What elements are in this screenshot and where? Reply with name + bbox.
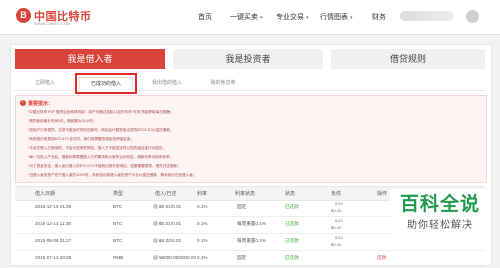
cell-date: 2015-12-19 21:36 [35,204,72,209]
site-logo[interactable]: B 中国比特币 WWW.CHBTC.COM [16,6,91,28]
notice-line: “借贷使用最长时间5天，借款期为24小时； [28,119,97,123]
cell-rate-status: 每周重置0.1% [237,221,266,226]
cell-status: 已还款 [285,221,299,226]
cell-rate: 0.1% [197,238,208,243]
table-row: 2015-09-06 21:27 BTC ฿4.02/4.02 0.1% 每周重… [15,233,485,251]
nav-market-charts[interactable]: 行情图表 ▾ [320,12,353,22]
chevron-down-icon: ▾ [260,15,263,21]
cell-debt-amount: ฿0.00 [331,208,342,213]
cell-status: 已还款 [285,204,299,209]
column-header: 类型 [113,191,124,197]
watermark-title: 百科全说 [399,194,480,215]
notice-line: *为了资金安全，借入者已借入的BTC/LTC不能转出到外部地址，如果需要提现，请… [28,164,181,168]
cell-type: BTC [113,238,123,243]
cell-rate: 0.1% [197,204,208,209]
avatar[interactable] [466,10,479,23]
tab-borrower[interactable]: 我是借入者 [15,49,165,69]
coin-icon [153,221,158,227]
cell-status: 已还款 [285,238,299,243]
cell-amount: ฿4.02/4.02 [153,238,181,244]
cell-date: 2015-07-13 20:39 [35,255,72,260]
notice-line: *当借入者的资产低于借入量的110%时，系统自动将借入者的资产平仓以偿还借款，剩… [28,173,197,177]
user-account-menu[interactable] [400,11,454,21]
repay-link[interactable]: 还款 [377,255,386,261]
notice-title: 重要提示： [28,101,54,107]
cell-rate-status: 每周重置0.1% [237,238,266,243]
column-header: 利率 [197,191,208,197]
coin-icon [153,204,158,210]
cell-date: 2015-09-06 21:27 [35,238,72,243]
table-row: 2015-07-13 20:39 RMB ¥6000.00/6000.00 0.… [15,250,485,268]
logo-subtitle: WWW.CHBTC.COM [34,21,71,26]
coin-icon [153,255,158,261]
cell-debt-count: 0/10 [335,201,343,206]
notice-line: “中国比特币 P2P 借贷包含两项机制：用户可通过发起12加的币币“可用”资金获… [28,110,174,114]
column-header: 借入/已还 [155,191,177,197]
column-header: 操作 [377,191,388,197]
column-header: 状态 [285,191,296,197]
notice-line: *如用户已有借贷，当您不能及时完成还款时，网站会代替您卖出您的BTC/LTC以偿… [28,128,174,132]
tab-lending-rules[interactable]: 借贷规则 [331,49,485,69]
cell-date: 2015-12-14 11:38 [35,221,71,226]
subtab-my-lent-borrows[interactable]: 我出借的借入 [141,77,193,89]
nav-finance[interactable]: 财务 [372,12,386,22]
watermark-subtitle: 助你轻松解决 [407,220,473,231]
notice-line: *每一位投入产业后，借款利率根据借入方的需求和大家的议价而定，借款利率可用来参考… [28,155,174,159]
cell-rate: 0.1% [197,221,208,226]
important-notice: ! 重要提示： “中国比特币 P2P 借贷包含两项机制：用户可通过发起12加的币… [15,95,487,183]
cell-rate-status: 固定 [237,204,247,209]
column-header: 借入日期 [35,191,56,197]
chevron-down-icon: ▾ [350,15,353,21]
cell-amount: ¥6000.00/6000.00 [153,255,196,261]
subtab-borrow-now[interactable]: 立即借入 [21,77,69,89]
cell-type: BTC [113,221,123,226]
cell-amount: ฿0.01/0.01 [153,204,181,210]
cell-debt-amount: ฿0.00 [331,225,342,230]
notice-line: *平台在借入方使用前，不会为您承担风险，借入方不能偿还时以您的保证金代为偿还； [28,146,166,150]
column-header: 利率状态 [235,191,256,197]
notice-line: *系统按日收费到BTC/LTC仓位时，我们将提醒您增加抵押保证金； [28,137,134,141]
column-header: 负债 [331,191,342,197]
cell-status: 已还款 [285,255,299,260]
subtab-interest-free-coupons[interactable]: 我的免息券 [199,77,247,89]
nav-home[interactable]: 首页 [198,12,212,22]
cell-debt-amount: ฿0.00 [331,242,342,247]
tab-investor[interactable]: 我是投资者 [173,49,323,69]
selection-highlight-box [75,73,137,94]
chevron-down-icon: ▾ [306,15,309,21]
cell-type: RMB [113,255,124,260]
cell-debt-count: 0/10 [335,218,343,223]
top-navigation-bar: B 中国比特币 WWW.CHBTC.COM 首页 一键买卖 ▾ 专业交易 ▾ 行情图… [0,0,500,35]
cell-rate-status: 固定 [237,255,247,260]
coin-icon [153,238,158,244]
cell-amount: ฿0.01/0.01 [153,221,181,227]
nav-pro-trading[interactable]: 专业交易 ▾ [276,12,309,22]
bitcoin-logo-icon: B [16,8,31,23]
warning-icon: ! [20,100,26,106]
cell-debt-count: 0/10 [335,235,343,240]
cell-type: BTC [113,204,123,209]
cell-rate: 0.1% [197,255,208,260]
nav-quick-trade[interactable]: 一键买卖 ▾ [230,12,263,22]
watermark-badge: 百科全说 助你轻松解决 [390,189,490,235]
